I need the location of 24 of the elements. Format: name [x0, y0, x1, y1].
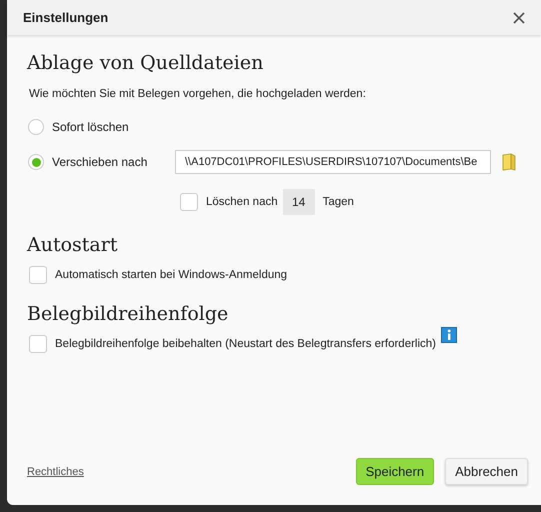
checkbox[interactable] [29, 266, 47, 284]
cancel-button[interactable]: Abbrechen [445, 458, 528, 485]
radio-label: Verschieben nach [52, 155, 148, 169]
radio-label: Sofort löschen [52, 120, 130, 134]
section-heading: Ablage von Quelldateien [27, 52, 264, 74]
checkbox[interactable] [180, 193, 198, 211]
days-field[interactable]: 14 [282, 189, 315, 215]
section-heading: Belegbildreihenfolge [27, 303, 230, 325]
path-field[interactable]: \\A107DC01\PROFILES\USERDIRS\107107\Documents\Be [175, 150, 491, 174]
section-heading: Autostart [27, 234, 118, 256]
close-icon[interactable] [513, 12, 525, 24]
question-text: Wie möchten Sie mit Belegen vorgehen, die hochgeladen werden: [29, 88, 367, 100]
window-title: Einstellungen [23, 10, 108, 25]
unit-label: Tagen [322, 196, 354, 208]
folder-icon[interactable] [502, 153, 516, 171]
legal-link[interactable]: Rechtliches [27, 466, 84, 478]
radio-button[interactable] [28, 154, 44, 170]
info-icon[interactable] [441, 327, 457, 343]
checkbox[interactable] [29, 335, 47, 353]
checkbox-label: Belegbildreihenfolge beibehalten (Neustart des Belegtransfers erforderlich) [55, 338, 436, 350]
radio-button[interactable] [28, 119, 44, 135]
save-button[interactable]: Speichern [356, 458, 434, 485]
checkbox-label: Löschen nach [206, 196, 278, 208]
checkbox-label: Automatisch starten bei Windows-Anmeldung [55, 269, 288, 281]
